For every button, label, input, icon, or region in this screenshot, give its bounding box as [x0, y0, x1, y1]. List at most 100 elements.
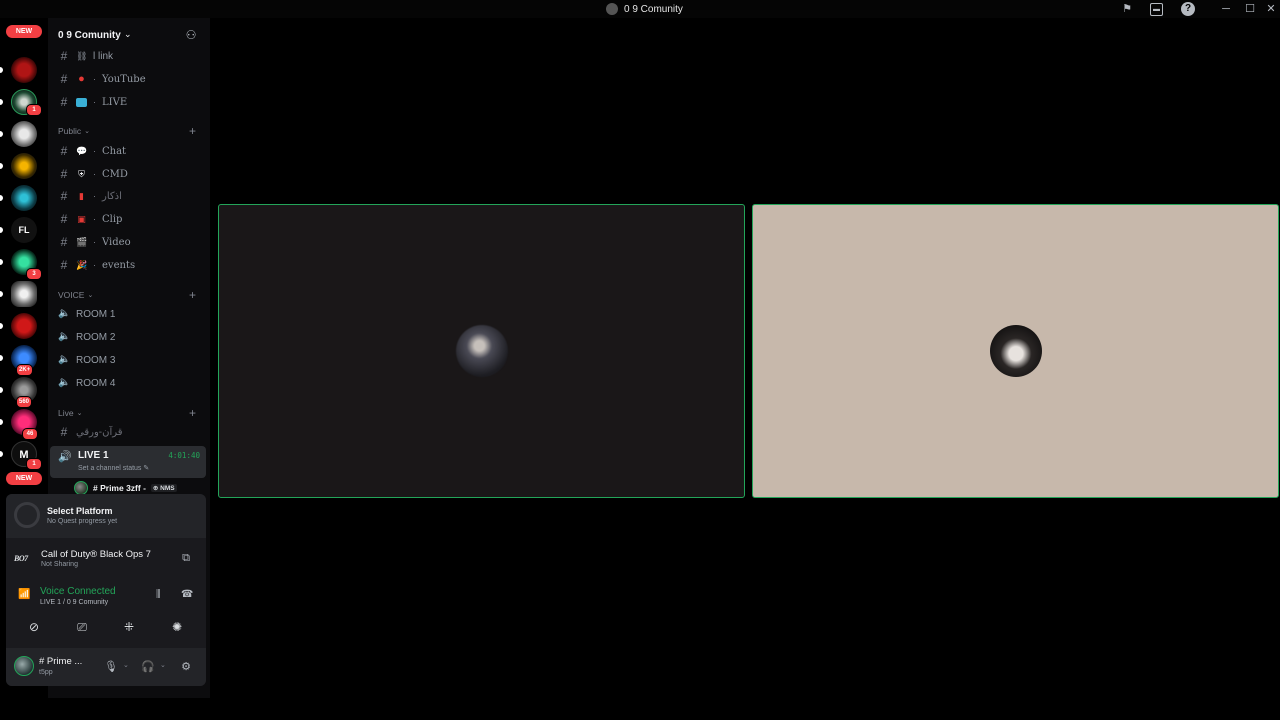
channel-chat[interactable]: # 💬 · Chat — [58, 141, 204, 161]
soundboard-icon[interactable]: ✺ — [157, 617, 197, 637]
channel-events[interactable]: # 🎉 · events — [58, 255, 204, 275]
activities-icon[interactable]: ⁜ — [109, 617, 149, 637]
channel-label: ROOM 2 — [76, 331, 116, 343]
category-label: VOICE — [58, 290, 85, 300]
activity-row[interactable]: BO7 Call of Duty® Black Ops 7 Not Sharin… — [6, 544, 206, 572]
hash-icon: # — [60, 258, 68, 272]
voice-status[interactable]: Voice Connected — [40, 586, 116, 597]
add-member-icon[interactable]: ⚇ — [184, 28, 198, 42]
channel-label: ROOM 3 — [76, 354, 116, 366]
voice-channel-room-2[interactable]: 🔈 ROOM 2 — [58, 327, 204, 347]
chevron-down-icon: ⌄ — [87, 292, 94, 299]
hash-icon: # — [60, 212, 68, 226]
unread-indicator — [0, 323, 3, 329]
category-public[interactable]: Public ⌄ + — [58, 124, 204, 138]
server-icon[interactable] — [11, 185, 37, 211]
avatar — [74, 481, 88, 495]
server-icon[interactable] — [11, 121, 37, 147]
share-screen-icon[interactable]: ⧉ — [180, 553, 192, 564]
add-channel-icon[interactable]: + — [189, 406, 196, 420]
voice-connection: 📶 Voice Connected LIVE 1 / 0 9 Comunity … — [6, 580, 206, 610]
server-icon[interactable] — [11, 57, 37, 83]
speaker-icon: 🔈 — [58, 308, 71, 319]
unread-indicator — [0, 451, 3, 457]
film-icon: ▣ — [77, 213, 86, 224]
voice-channel-room-1[interactable]: 🔈 ROOM 1 — [58, 304, 204, 324]
voice-channel-room-3[interactable]: 🔈 ROOM 3 — [58, 350, 204, 370]
elapsed-timer: 4:01:40 — [168, 451, 200, 460]
hash-icon: # — [60, 144, 68, 158]
hash-icon: # — [60, 167, 68, 181]
voice-channel-room-4[interactable]: 🔈 ROOM 4 — [58, 373, 204, 393]
new-badge: NEW — [6, 25, 42, 38]
channel-label: قرآن-ورقي — [76, 426, 123, 438]
close-button[interactable]: ✕ — [1262, 0, 1280, 18]
channel-quran[interactable]: # قرآن-ورقي — [58, 422, 204, 442]
channel-adhkar[interactable]: # ▮ · اذكار — [58, 186, 204, 206]
guild-tag: ⊕ NMS — [150, 484, 177, 492]
speaker-icon: 🔈 — [58, 354, 71, 365]
live-tv-icon — [76, 97, 87, 107]
chevron-down-icon: ⌄ — [76, 410, 83, 417]
party-popper-icon: 🎉 — [76, 259, 88, 270]
maximize-button[interactable]: ☐ — [1238, 0, 1262, 18]
server-icon-fl[interactable]: FL — [11, 217, 37, 243]
channel-label: Chat — [102, 145, 127, 157]
server-icon[interactable] — [11, 281, 37, 307]
disconnect-icon[interactable]: ☎ — [181, 589, 193, 600]
minimize-button[interactable]: ─ — [1214, 0, 1238, 18]
window-title: 0 9 Comunity — [606, 2, 683, 16]
microphone-icon[interactable]: 🎙 — [104, 660, 118, 674]
channel-live[interactable]: # · LIVE — [58, 92, 204, 112]
channel-label: l link — [93, 50, 114, 62]
hash-icon: # — [60, 72, 68, 86]
avatar[interactable] — [14, 656, 34, 676]
quest-bar[interactable]: Select Platform No Quest progress yet — [6, 494, 206, 538]
channel-clip[interactable]: # ▣ · Clip — [58, 209, 204, 229]
noise-suppression-icon[interactable]: ⫼ — [156, 589, 161, 600]
category-live[interactable]: Live ⌄ + — [58, 406, 204, 420]
unread-indicator — [0, 355, 3, 361]
inbox-icon[interactable]: ▬ — [1150, 3, 1163, 16]
unread-indicator — [0, 227, 3, 233]
camera-off-icon[interactable]: ⊘ — [14, 617, 54, 637]
signal-icon[interactable]: 📶 — [18, 589, 30, 600]
channel-label: اذكار — [102, 190, 122, 202]
gear-icon[interactable]: ⚙ — [179, 660, 193, 674]
voice-location[interactable]: LIVE 1 / 0 9 Comunity — [40, 599, 108, 606]
screen-share-icon[interactable]: ⎚ — [62, 617, 102, 637]
unread-indicator — [0, 419, 3, 425]
headphones-icon[interactable]: 🎧 — [141, 660, 155, 674]
server-icon[interactable] — [11, 313, 37, 339]
voice-actions: ⊘ ⎚ ⁜ ✺ — [6, 614, 206, 640]
mention-badge: 560 — [16, 396, 33, 408]
channel-label: LIVE 1 — [78, 450, 109, 461]
speaker-icon: 🔈 — [58, 377, 71, 388]
quest-progress-ring — [14, 502, 40, 528]
category-voice[interactable]: VOICE ⌄ + — [58, 288, 204, 302]
channel-link[interactable]: # ⛓ l link — [58, 46, 204, 66]
speaker-icon: 🔈 — [58, 331, 71, 342]
participant-tile[interactable] — [218, 204, 745, 498]
unread-indicator — [0, 99, 3, 105]
flag-icon[interactable]: ⚑ — [1120, 2, 1134, 16]
channel-status[interactable]: Set a channel status ✎ — [78, 464, 149, 472]
help-icon[interactable]: ? — [1181, 2, 1195, 16]
add-channel-icon[interactable]: + — [189, 124, 196, 138]
chevron-down-icon[interactable]: ⌄ — [123, 661, 129, 669]
participant-tile[interactable] — [752, 204, 1279, 498]
channel-cmd[interactable]: # ⛨ · CMD — [58, 164, 204, 184]
server-icon[interactable] — [11, 153, 37, 179]
voice-channel-live-1[interactable]: 🔊 LIVE 1 4:01:40 Set a channel status ✎ — [50, 446, 206, 478]
prayer-icon: ▮ — [79, 190, 84, 201]
unread-indicator — [0, 291, 3, 297]
channel-video[interactable]: # 🎬 · Video — [58, 232, 204, 252]
username[interactable]: # Prime ... — [39, 656, 82, 667]
channel-label: ROOM 4 — [76, 377, 116, 389]
avatar — [989, 325, 1042, 377]
channel-label: ROOM 1 — [76, 308, 116, 320]
channel-youtube[interactable]: # ● · YouTube — [58, 69, 204, 89]
add-channel-icon[interactable]: + — [189, 288, 196, 302]
chevron-down-icon[interactable]: ⌄ — [160, 661, 166, 669]
participant-name: # Prime 3zff - — [93, 483, 146, 493]
